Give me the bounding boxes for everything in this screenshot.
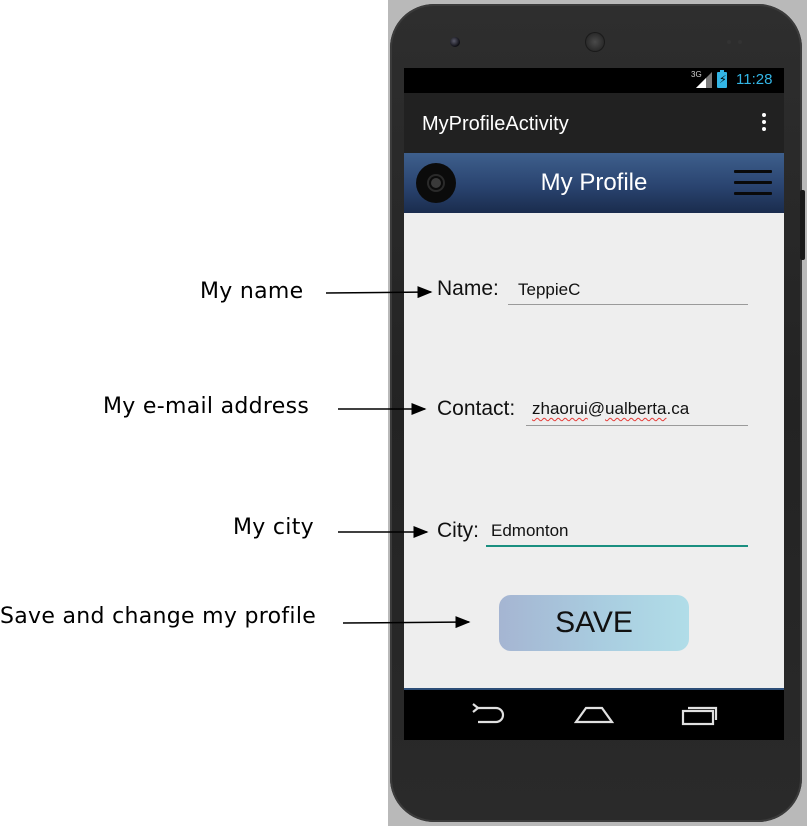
phone-screen: 3G ⚡ 11:28 MyProfileActivity My Profile <box>404 68 784 740</box>
status-time: 11:28 <box>736 71 773 88</box>
sensor-dot <box>738 40 742 44</box>
annotation-name: My name <box>200 279 304 304</box>
city-input[interactable] <box>486 520 748 547</box>
save-button[interactable]: SAVE <box>499 595 689 651</box>
annotation-save: Save and change my profile <box>0 604 317 629</box>
activity-title: MyProfileActivity <box>422 113 569 135</box>
sensor-dot <box>727 40 731 44</box>
speaker-icon <box>585 32 605 52</box>
profile-header: My Profile <box>404 153 784 213</box>
annotation-city: My city <box>233 515 314 540</box>
action-bar: MyProfileActivity <box>404 93 784 153</box>
page-title: My Profile <box>540 169 648 196</box>
contact-label: Contact: <box>437 397 516 420</box>
figure: My name My e-mail address My city Save a… <box>0 0 807 826</box>
city-label: City: <box>437 519 479 542</box>
name-label: Name: <box>437 277 499 300</box>
profile-form: Name: Contact: zhaorui@ualberta.ca City:… <box>404 213 784 690</box>
annotation-email: My e-mail address <box>103 394 310 419</box>
recent-apps-icon[interactable] <box>680 702 720 728</box>
home-icon[interactable] <box>574 702 614 728</box>
charging-icon: ⚡ <box>719 73 727 86</box>
status-bar: 3G ⚡ 11:28 <box>404 68 784 93</box>
signal-icon <box>696 72 712 88</box>
navigation-bar <box>404 690 784 740</box>
overflow-menu-icon[interactable] <box>760 113 768 133</box>
front-camera-icon <box>450 37 460 47</box>
hamburger-menu-icon[interactable] <box>734 170 772 203</box>
back-icon[interactable] <box>470 702 508 728</box>
contact-value: zhaorui@ualberta.ca <box>532 399 690 418</box>
name-input[interactable] <box>508 279 748 305</box>
power-button <box>800 190 805 260</box>
